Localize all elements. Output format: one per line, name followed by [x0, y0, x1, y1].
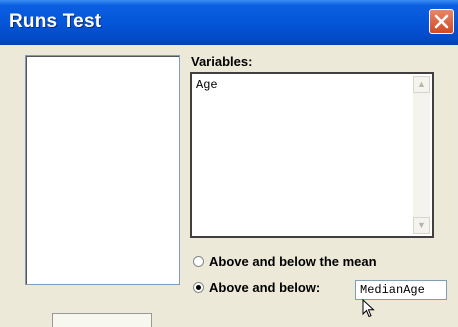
mean-option-label: Above and below the mean [209, 254, 377, 269]
mean-option[interactable]: Above and below the mean [193, 254, 377, 269]
variable-item[interactable]: Age [196, 78, 218, 92]
chevron-up-icon: ▲ [417, 79, 426, 89]
close-button[interactable] [429, 9, 454, 34]
source-variable-list[interactable] [25, 55, 180, 285]
variables-listbox[interactable]: Age ▲ ▼ [190, 72, 434, 238]
custom-cutoff-option[interactable]: Above and below: [193, 280, 320, 295]
mouse-cursor-icon [362, 299, 375, 318]
variables-scrollbar[interactable]: ▲ ▼ [413, 76, 430, 234]
cutoff-input[interactable]: MedianAge [355, 280, 447, 300]
variables-label: Variables: [191, 54, 253, 69]
scroll-up-button[interactable]: ▲ [413, 76, 430, 93]
mean-radio[interactable] [193, 256, 204, 268]
close-icon [434, 14, 449, 29]
title-bar[interactable]: Runs Test [0, 0, 458, 45]
custom-cutoff-radio[interactable] [193, 282, 204, 294]
window-title: Runs Test [9, 11, 102, 32]
chevron-down-icon: ▼ [417, 220, 426, 230]
scroll-down-button[interactable]: ▼ [413, 217, 430, 234]
custom-cutoff-label: Above and below: [209, 280, 321, 295]
dialog-button[interactable] [52, 313, 152, 327]
